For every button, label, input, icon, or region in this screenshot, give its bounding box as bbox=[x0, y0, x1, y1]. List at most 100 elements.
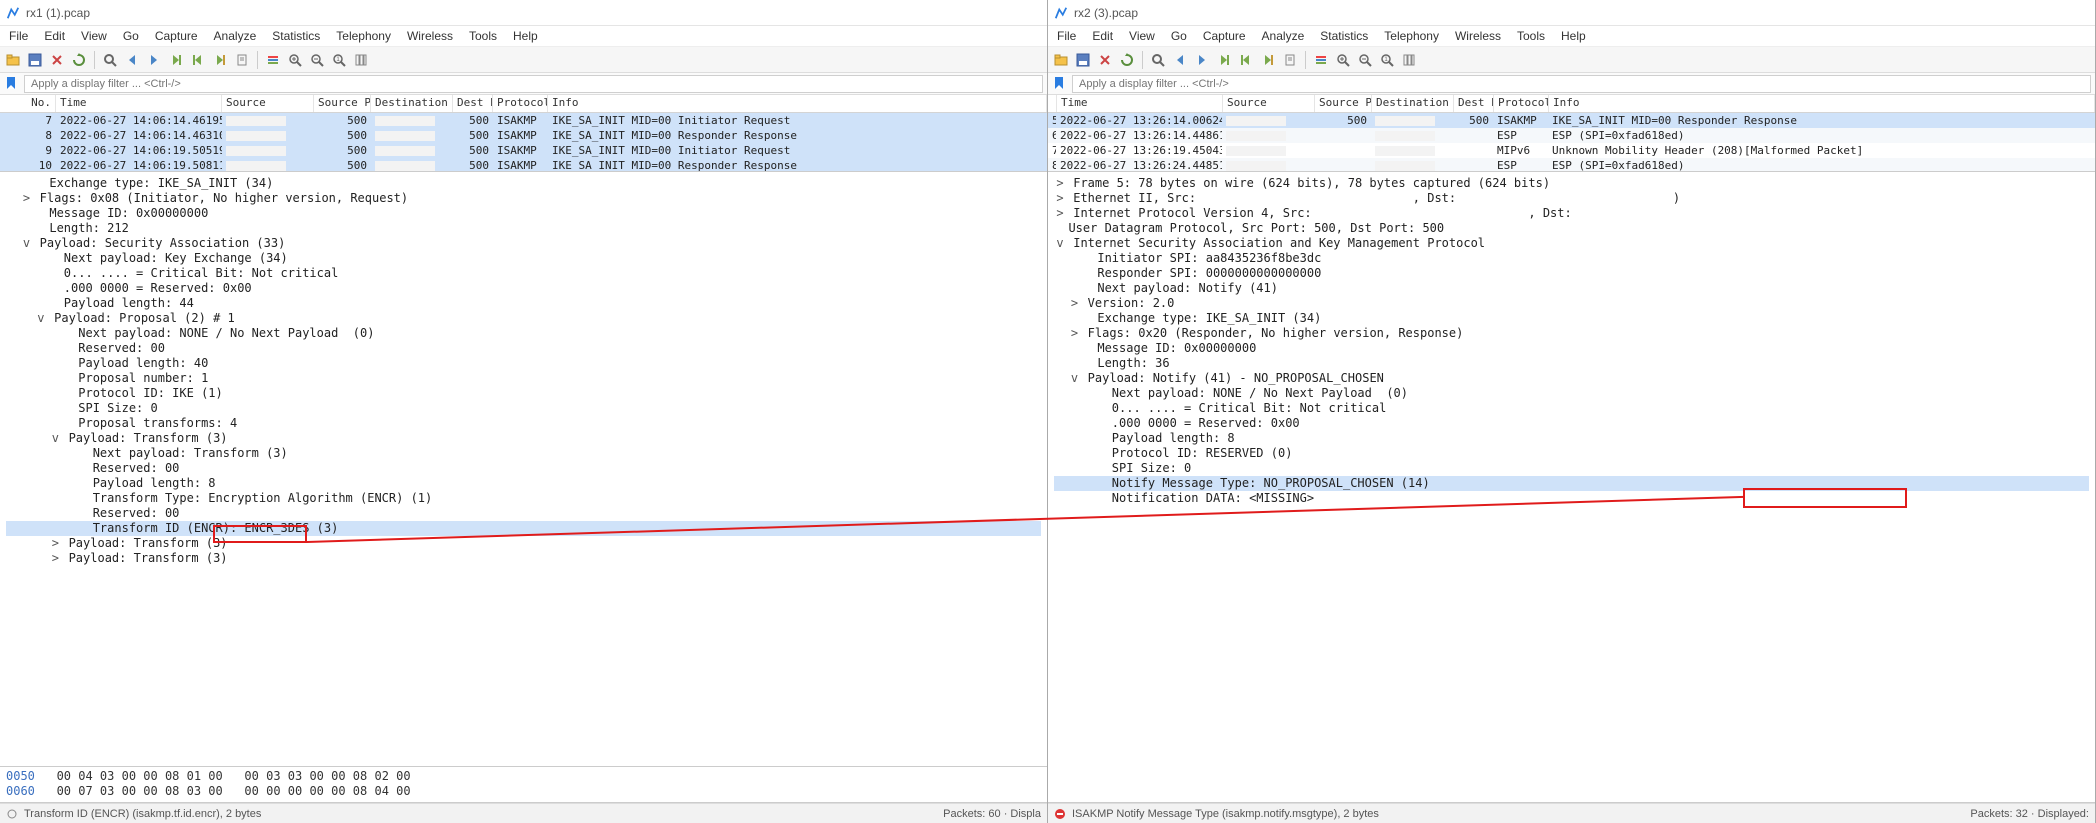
tree-line[interactable]: Protocol ID: RESERVED (0) bbox=[1054, 446, 2089, 461]
menu-wireless[interactable]: Wireless bbox=[1449, 27, 1507, 45]
tree-line[interactable]: 0... .... = Critical Bit: Not critical bbox=[1054, 401, 2089, 416]
tree-line[interactable]: Next payload: NONE / No Next Payload (0) bbox=[6, 326, 1041, 341]
hex-pane-left[interactable]: 0050 00 04 03 00 00 08 01 00 00 03 03 00… bbox=[0, 767, 1047, 803]
zoom-in-icon[interactable] bbox=[286, 51, 304, 69]
tree-line[interactable]: Payload length: 8 bbox=[1054, 431, 2089, 446]
prev-icon[interactable] bbox=[123, 51, 141, 69]
tree-line[interactable]: .000 0000 = Reserved: 0x00 bbox=[1054, 416, 2089, 431]
menu-edit[interactable]: Edit bbox=[38, 27, 71, 45]
reload-icon[interactable] bbox=[1118, 51, 1136, 69]
menubar-left[interactable]: File Edit View Go Capture Analyze Statis… bbox=[0, 26, 1047, 47]
tree-line[interactable]: Notify Message Type: NO_PROPOSAL_CHOSEN … bbox=[1054, 476, 2089, 491]
find-icon[interactable] bbox=[101, 51, 119, 69]
tree-line[interactable]: > Frame 5: 78 bytes on wire (624 bits), … bbox=[1054, 176, 2089, 191]
tree-line[interactable]: Message ID: 0x00000000 bbox=[1054, 341, 2089, 356]
menu-help[interactable]: Help bbox=[1555, 27, 1592, 45]
table-row[interactable]: 72022-06-27 14:06:14.461956500500ISAKMPI… bbox=[0, 113, 1047, 128]
col-no[interactable]: No. bbox=[0, 95, 56, 112]
packet-list-right[interactable]: Time Source Source Port Destination Dest… bbox=[1048, 95, 2095, 172]
tree-line[interactable]: > Flags: 0x20 (Responder, No higher vers… bbox=[1054, 326, 2089, 341]
tree-line[interactable]: .000 0000 = Reserved: 0x00 bbox=[6, 281, 1041, 296]
table-row[interactable]: 72022-06-27 13:26:19.450435MIPv6Unknown … bbox=[1048, 143, 2095, 158]
menu-statistics[interactable]: Statistics bbox=[266, 27, 326, 45]
col-source[interactable]: Source bbox=[1223, 95, 1315, 112]
bookmark-icon[interactable] bbox=[1052, 76, 1068, 92]
tree-line[interactable]: Responder SPI: 0000000000000000 bbox=[1054, 266, 2089, 281]
table-row[interactable]: 52022-06-27 13:26:14.006248500500ISAKMPI… bbox=[1048, 113, 2095, 128]
tree-line[interactable]: Message ID: 0x00000000 bbox=[6, 206, 1041, 221]
last-icon[interactable] bbox=[211, 51, 229, 69]
tree-line[interactable]: Payload length: 8 bbox=[6, 476, 1041, 491]
tree-toggle-icon[interactable]: v bbox=[1054, 236, 1066, 251]
bookmark-icon[interactable] bbox=[4, 76, 20, 92]
tree-toggle-icon[interactable]: v bbox=[1068, 371, 1080, 386]
menu-telephony[interactable]: Telephony bbox=[1378, 27, 1445, 45]
col-proto[interactable]: Protocol bbox=[493, 95, 548, 112]
display-filter-input[interactable] bbox=[1072, 75, 2091, 93]
tree-line[interactable]: Next payload: Key Exchange (34) bbox=[6, 251, 1041, 266]
table-row[interactable]: 82022-06-27 13:26:24.448510ESPESP (SPI=0… bbox=[1048, 158, 2095, 172]
tree-line[interactable]: Reserved: 00 bbox=[6, 461, 1041, 476]
last-icon[interactable] bbox=[1259, 51, 1277, 69]
tree-toggle-icon[interactable]: > bbox=[1054, 191, 1066, 206]
colorize-icon[interactable] bbox=[264, 51, 282, 69]
first-icon[interactable] bbox=[1237, 51, 1255, 69]
menu-view[interactable]: View bbox=[75, 27, 113, 45]
menu-tools[interactable]: Tools bbox=[1511, 27, 1551, 45]
menu-go[interactable]: Go bbox=[1165, 27, 1193, 45]
menu-tools[interactable]: Tools bbox=[463, 27, 503, 45]
tree-line[interactable]: > Payload: Transform (3) bbox=[6, 536, 1041, 551]
menu-file[interactable]: File bbox=[3, 27, 34, 45]
tree-line[interactable]: SPI Size: 0 bbox=[6, 401, 1041, 416]
tree-toggle-icon[interactable]: > bbox=[1054, 206, 1066, 221]
col-time[interactable]: Time bbox=[56, 95, 222, 112]
col-info[interactable]: Info bbox=[548, 95, 1047, 112]
col-info[interactable]: Info bbox=[1549, 95, 2095, 112]
next-icon[interactable] bbox=[1193, 51, 1211, 69]
col-time[interactable]: Time bbox=[1057, 95, 1223, 112]
menubar-right[interactable]: File Edit View Go Capture Analyze Statis… bbox=[1048, 26, 2095, 47]
tree-line[interactable]: Transform ID (ENCR): ENCR_3DES (3) bbox=[6, 521, 1041, 536]
tree-toggle-icon[interactable]: > bbox=[1068, 326, 1080, 341]
col-dport[interactable]: Dest Port bbox=[453, 95, 493, 112]
find-icon[interactable] bbox=[1149, 51, 1167, 69]
col-sport[interactable]: Source Port bbox=[314, 95, 371, 112]
menu-wireless[interactable]: Wireless bbox=[401, 27, 459, 45]
tree-toggle-icon[interactable]: v bbox=[49, 431, 61, 446]
menu-edit[interactable]: Edit bbox=[1086, 27, 1119, 45]
tree-line[interactable]: Initiator SPI: aa8435236f8be3dc bbox=[1054, 251, 2089, 266]
tree-toggle-icon[interactable]: v bbox=[20, 236, 32, 251]
goto-icon[interactable] bbox=[167, 51, 185, 69]
menu-capture[interactable]: Capture bbox=[149, 27, 204, 45]
zoom-reset-icon[interactable]: 1 bbox=[330, 51, 348, 69]
tree-toggle-icon[interactable]: > bbox=[1068, 296, 1080, 311]
auto-scroll-icon[interactable] bbox=[1281, 51, 1299, 69]
tree-line[interactable]: Next payload: Transform (3) bbox=[6, 446, 1041, 461]
tree-line[interactable]: Length: 212 bbox=[6, 221, 1041, 236]
menu-statistics[interactable]: Statistics bbox=[1314, 27, 1374, 45]
first-icon[interactable] bbox=[189, 51, 207, 69]
zoom-out-icon[interactable] bbox=[308, 51, 326, 69]
tree-toggle-icon[interactable]: > bbox=[20, 191, 32, 206]
hex-row[interactable]: 0050 00 04 03 00 00 08 01 00 00 03 03 00… bbox=[6, 769, 1041, 784]
resize-cols-icon[interactable] bbox=[1400, 51, 1418, 69]
packet-details-left[interactable]: Exchange type: IKE_SA_INIT (34) > Flags:… bbox=[0, 172, 1047, 767]
col-dport[interactable]: Dest Port bbox=[1454, 95, 1494, 112]
tree-line[interactable]: > Flags: 0x08 (Initiator, No higher vers… bbox=[6, 191, 1041, 206]
table-row[interactable]: 102022-06-27 14:06:19.508113500500ISAKMP… bbox=[0, 158, 1047, 172]
menu-capture[interactable]: Capture bbox=[1197, 27, 1252, 45]
tree-line[interactable]: Transform Type: Encryption Algorithm (EN… bbox=[6, 491, 1041, 506]
tree-line[interactable]: Exchange type: IKE_SA_INIT (34) bbox=[6, 176, 1041, 191]
tree-line[interactable]: > Payload: Transform (3) bbox=[6, 551, 1041, 566]
tree-line[interactable]: Payload length: 40 bbox=[6, 356, 1041, 371]
auto-scroll-icon[interactable] bbox=[233, 51, 251, 69]
tree-line[interactable]: Proposal number: 1 bbox=[6, 371, 1041, 386]
resize-cols-icon[interactable] bbox=[352, 51, 370, 69]
table-row[interactable]: 62022-06-27 13:26:14.448614ESPESP (SPI=0… bbox=[1048, 128, 2095, 143]
folder-icon[interactable] bbox=[4, 51, 22, 69]
menu-view[interactable]: View bbox=[1123, 27, 1161, 45]
tree-line[interactable]: Payload length: 44 bbox=[6, 296, 1041, 311]
tree-line[interactable]: > Version: 2.0 bbox=[1054, 296, 2089, 311]
tree-line[interactable]: v Payload: Transform (3) bbox=[6, 431, 1041, 446]
menu-analyze[interactable]: Analyze bbox=[1256, 27, 1311, 45]
